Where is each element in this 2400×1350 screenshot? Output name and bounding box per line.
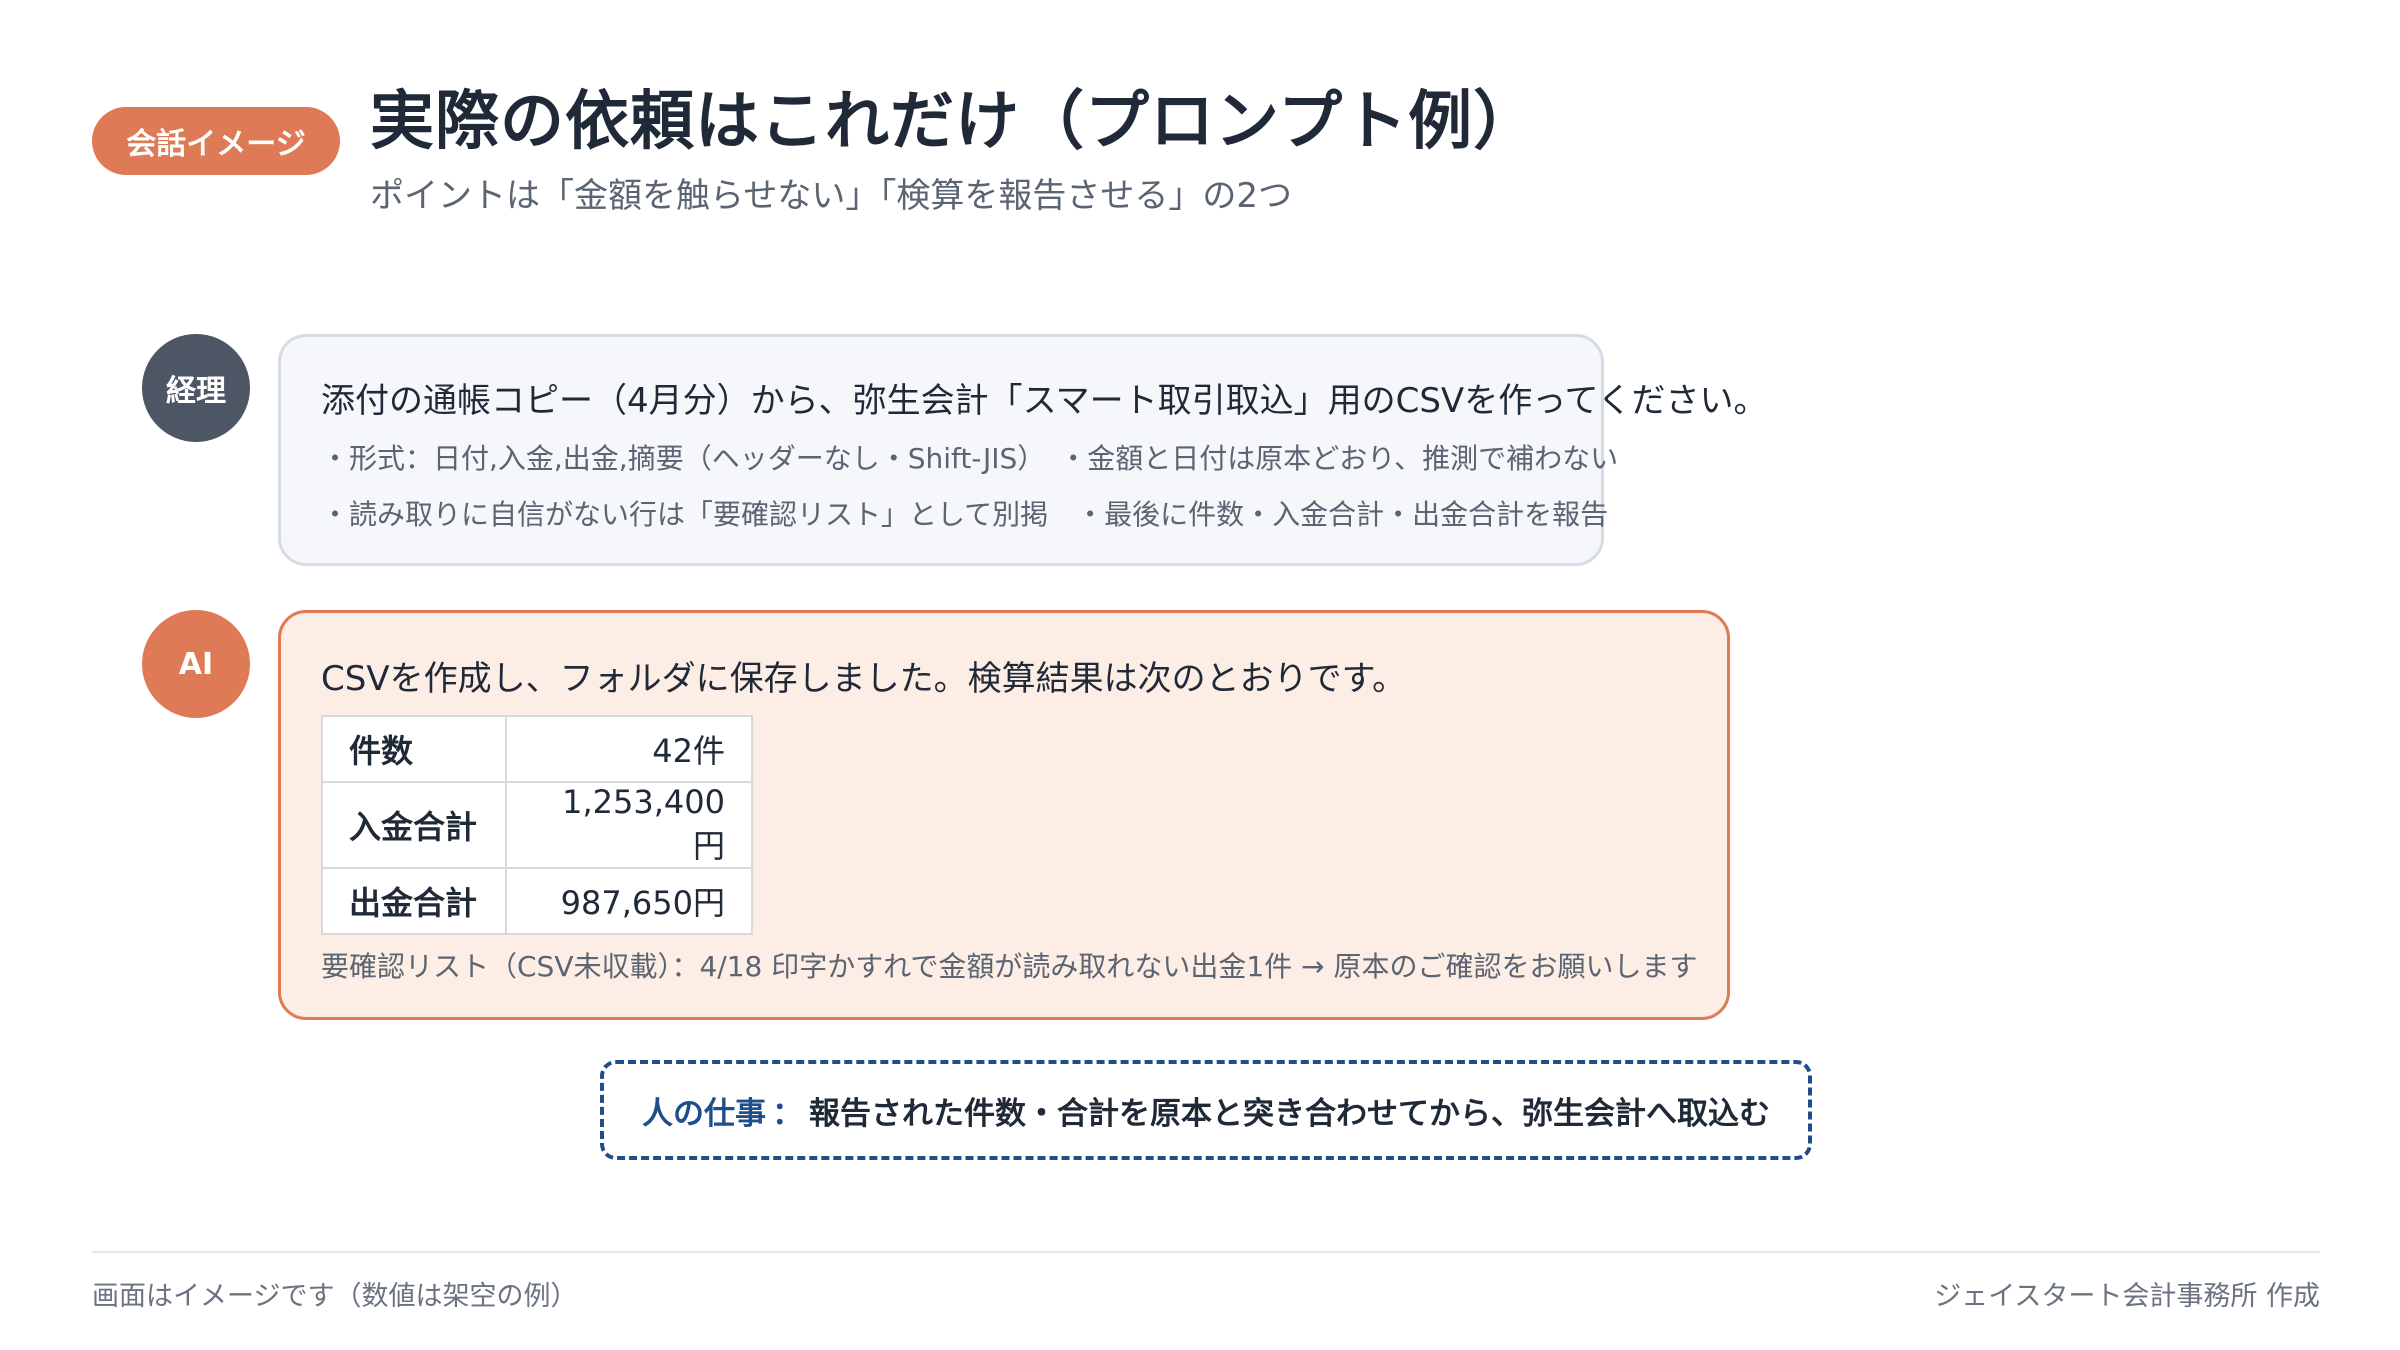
- human-task-box: 人の仕事 ： 報告された件数・合計を原本と突き合わせてから、弥生会計へ取込む: [600, 1060, 1812, 1160]
- human-task-separator: ：: [772, 1095, 803, 1132]
- table-label-withdrawal-total: 出金合計: [321, 867, 507, 935]
- page-subtitle: ポイントは「金額を触らせない」「検算を報告させる」の2つ: [370, 176, 1292, 216]
- footer-disclaimer: 画面はイメージです（数値は架空の例）: [92, 1281, 578, 1312]
- human-task-label: 人の仕事: [642, 1095, 766, 1132]
- table-row: 件数 42件: [321, 715, 753, 783]
- table-value-count: 42件: [505, 715, 753, 783]
- user-message-main: 添付の通帳コピー（4月分）から、弥生会計「スマート取引取込」用のCSVを作ってく…: [321, 381, 1768, 421]
- table-label-deposit-total: 入金合計: [321, 781, 507, 869]
- verification-table: 件数 42件 入金合計 1,253,400円 出金合計 987,650円: [321, 715, 753, 935]
- footer-credit: ジェイスタート会計事務所 作成: [1934, 1281, 2320, 1312]
- ai-message-intro: CSVを作成し、フォルダに保存しました。検算結果は次のとおりです。: [321, 659, 1407, 699]
- conversation-badge: 会話イメージ: [92, 107, 340, 175]
- table-value-deposit-total: 1,253,400円: [505, 781, 753, 869]
- table-row: 入金合計 1,253,400円: [321, 781, 753, 869]
- review-list-note: 要確認リスト（CSV未収載）：4/18 印字かすれで金額が読み取れない出金1件 …: [321, 950, 1698, 983]
- table-row: 出金合計 987,650円: [321, 867, 753, 935]
- accounting-avatar: 経理: [142, 334, 250, 442]
- user-message-bubble: 添付の通帳コピー（4月分）から、弥生会計「スマート取引取込」用のCSVを作ってく…: [278, 334, 1767, 566]
- table-label-count: 件数: [321, 715, 507, 783]
- footer-divider: [92, 1251, 2320, 1253]
- page-title: 実際の依頼はこれだけ（プロンプト例）: [370, 85, 1539, 159]
- ai-avatar: AI: [142, 610, 250, 718]
- table-value-withdrawal-total: 987,650円: [505, 867, 753, 935]
- ai-message-bubble: CSVを作成し、フォルダに保存しました。検算結果は次のとおりです。 件数 42件…: [278, 610, 1730, 1020]
- human-task-text: 報告された件数・合計を原本と突き合わせてから、弥生会計へ取込む: [809, 1095, 1770, 1132]
- user-message-check-line: ・読み取りに自信がない行は「要確認リスト」として別掲 ・最後に件数・入金合計・出…: [321, 498, 1609, 531]
- user-message-format-line: ・形式：日付,入金,出金,摘要（ヘッダーなし・Shift-JIS） ・金額と日付…: [321, 442, 1619, 475]
